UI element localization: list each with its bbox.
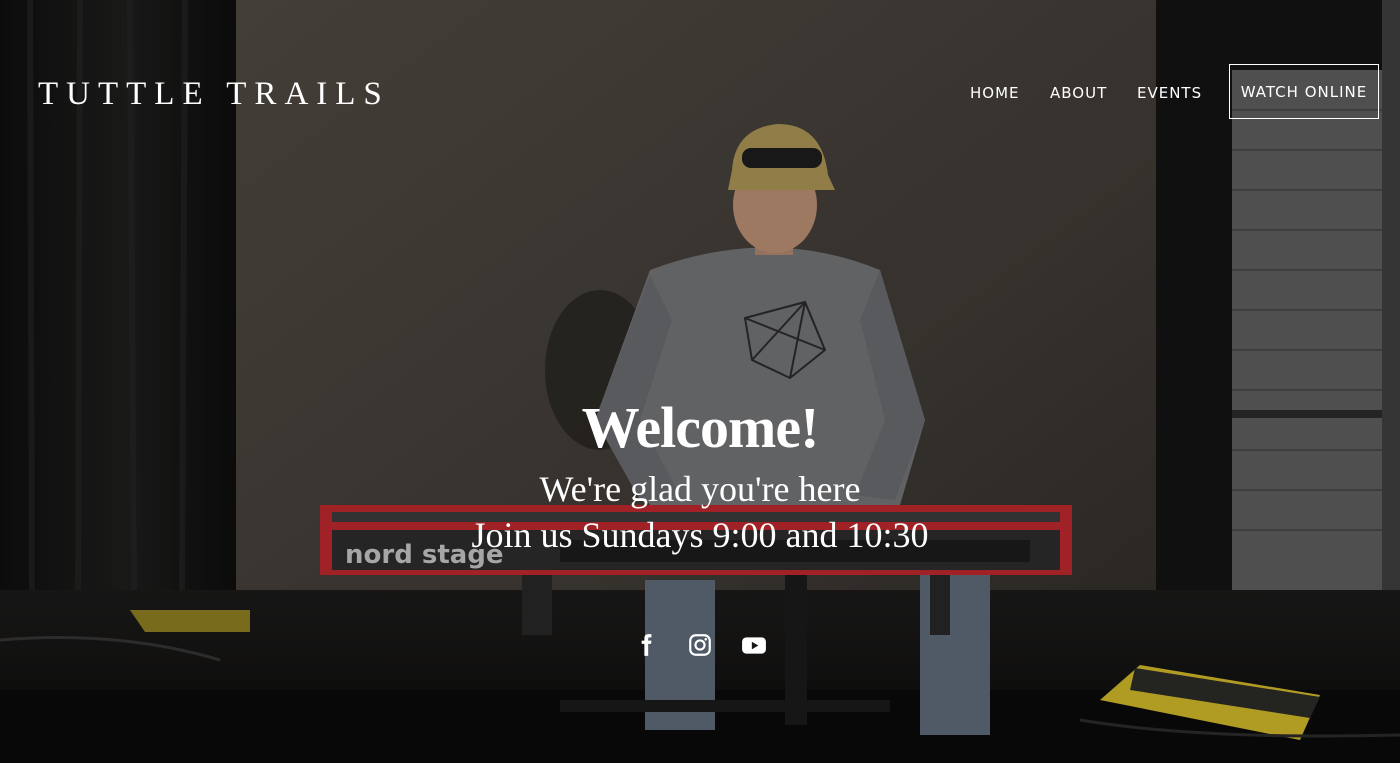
hero-heading: Welcome! [581, 395, 820, 460]
site-logo[interactable]: TUTTLE TRAILS [38, 74, 390, 114]
hero-service-times: Join us Sundays 9:00 and 10:30 [471, 515, 929, 555]
social-links [0, 632, 1400, 658]
hero-content: Welcome! We're glad you're here Join us … [0, 390, 1400, 558]
instagram-icon[interactable] [687, 632, 713, 658]
youtube-icon[interactable] [741, 632, 767, 658]
nav-home-link[interactable]: HOME [970, 84, 1020, 102]
site-header: TUTTLE TRAILS HOME ABOUT EVENTS WATCH ON… [0, 0, 1400, 190]
hero-subheading: We're glad you're here [539, 469, 861, 509]
nav-events-link[interactable]: EVENTS [1137, 84, 1202, 102]
facebook-icon[interactable] [633, 632, 659, 658]
hero-section: nord stage TUTTLE TRAILS HOME ABOUT EVEN… [0, 0, 1400, 763]
watch-online-button[interactable]: WATCH ONLINE [1229, 64, 1379, 119]
nav-about-link[interactable]: ABOUT [1050, 84, 1107, 102]
